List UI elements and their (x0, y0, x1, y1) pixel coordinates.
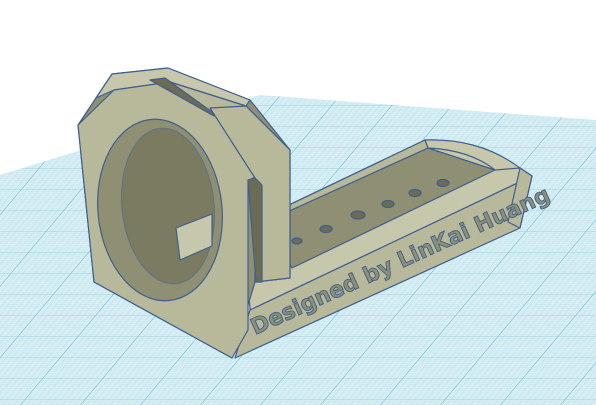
screw-hole (291, 237, 303, 245)
scene[interactable]: Designed by LinKai Huang (0, 0, 596, 405)
screw-hole (408, 188, 422, 198)
screw-hole (350, 210, 366, 220)
screw-hole (436, 178, 450, 188)
screw-hole (319, 224, 333, 234)
screw-hole (381, 199, 395, 209)
3d-viewport[interactable]: Designed by LinKai Huang (0, 0, 596, 405)
